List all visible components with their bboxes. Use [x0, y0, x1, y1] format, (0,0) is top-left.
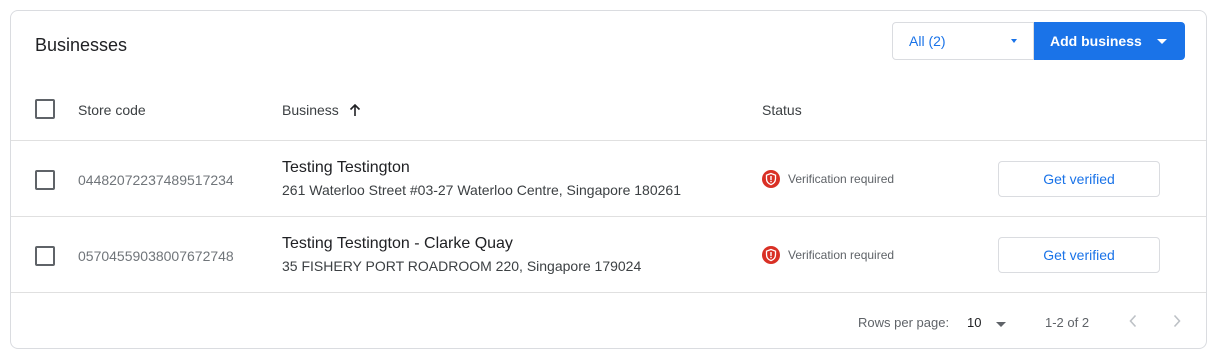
filter-dropdown[interactable]: All (2)	[892, 22, 1034, 60]
filter-label: All (2)	[909, 33, 946, 49]
rows-per-page-value: 10	[967, 315, 982, 330]
status-badge: Verification required	[762, 246, 894, 264]
status-badge: Verification required	[762, 170, 894, 188]
store-code: 04482072237489517234	[78, 172, 234, 188]
shield-alert-icon	[762, 170, 780, 188]
table-row: 05704559038007672748 Testing Testington …	[11, 217, 1206, 293]
header-business[interactable]: Business	[282, 102, 361, 120]
store-code: 05704559038007672748	[78, 248, 234, 264]
caret-down-icon	[1157, 39, 1167, 44]
pagination-range: 1-2 of 2	[1045, 315, 1090, 330]
table-row: 04482072237489517234 Testing Testington …	[11, 141, 1206, 217]
get-verified-button[interactable]: Get verified	[998, 237, 1160, 273]
add-business-button[interactable]: Add business	[1034, 22, 1185, 60]
status-text: Verification required	[788, 172, 895, 186]
arrow-up-icon	[349, 103, 361, 120]
header-business-label: Business	[282, 102, 339, 118]
header-store-code[interactable]: Store code	[78, 102, 146, 118]
caret-down-icon	[996, 322, 1006, 327]
business-address: 261 Waterloo Street #03-27 Waterloo Cent…	[282, 182, 681, 198]
row-checkbox[interactable]	[35, 246, 55, 266]
chevron-left-icon	[1128, 314, 1138, 333]
card-title: Businesses	[35, 35, 128, 55]
add-business-label: Add business	[1050, 33, 1142, 49]
divider	[11, 292, 1206, 293]
chevron-right-icon	[1172, 314, 1182, 333]
rows-per-page-label: Rows per page:	[858, 315, 950, 330]
business-name[interactable]: Testing Testington	[282, 159, 410, 177]
previous-page-button[interactable]	[1121, 313, 1145, 333]
next-page-button[interactable]	[1165, 313, 1189, 333]
business-address: 35 FISHERY PORT ROADROOM 220, Singapore …	[282, 258, 642, 274]
header-status: Status	[762, 102, 802, 118]
rows-per-page-select[interactable]: 10	[967, 315, 1006, 330]
get-verified-button[interactable]: Get verified	[998, 161, 1160, 197]
caret-down-icon	[1011, 39, 1017, 43]
business-name[interactable]: Testing Testington - Clarke Quay	[282, 235, 513, 253]
row-checkbox[interactable]	[35, 170, 55, 190]
select-all-checkbox[interactable]	[35, 99, 55, 119]
status-text: Verification required	[788, 248, 895, 262]
shield-alert-icon	[762, 246, 780, 264]
businesses-card: Businesses All (2) Add business Store co…	[10, 10, 1207, 349]
